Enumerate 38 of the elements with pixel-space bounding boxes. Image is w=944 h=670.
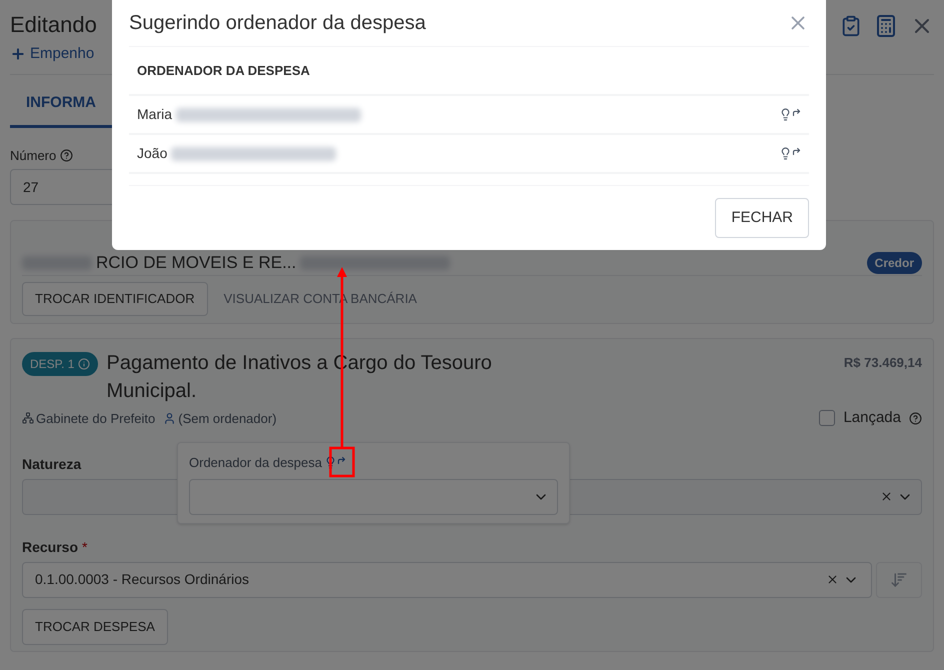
user-icon[interactable] <box>163 412 176 425</box>
bulb-arrow-icon[interactable] <box>779 108 801 121</box>
lancada-checkbox[interactable] <box>819 410 836 426</box>
ordenador-link[interactable]: (Sem ordenador) <box>178 408 277 428</box>
column-header: ORDENADOR DA DESPESA <box>137 62 310 80</box>
clear-icon[interactable] <box>880 490 893 503</box>
info-icon[interactable] <box>78 358 90 370</box>
creditor-name: RCIO DE MOVEIS E RE... <box>96 252 296 274</box>
field-label: Número <box>10 146 56 164</box>
expense-amount: R$ 73.469,14 <box>844 354 922 372</box>
org-chart-icon <box>22 412 34 424</box>
help-icon[interactable] <box>909 412 922 425</box>
ordenador-name: João <box>137 144 168 163</box>
required-mark: * <box>82 538 88 556</box>
close-button[interactable]: FECHAR <box>715 198 809 238</box>
page-title: Editando <box>10 11 97 39</box>
ordenador-name: Maria <box>137 105 172 124</box>
plus-icon <box>10 46 26 62</box>
help-icon[interactable] <box>60 148 74 162</box>
clipboard-check-icon[interactable] <box>840 15 862 37</box>
add-empenho-link[interactable]: Empenho <box>10 43 97 66</box>
expense-badge: DESP. 1 <box>22 352 98 376</box>
clear-icon[interactable] <box>826 573 839 586</box>
creditor-badge: Credor <box>866 252 922 274</box>
field-label: Ordenador da despesa <box>189 454 322 472</box>
modal-title: Sugerindo ordenador da despesa <box>129 11 426 36</box>
recurso-select[interactable]: 0.1.00.0003 - Recursos Ordinários <box>22 562 872 598</box>
field-label: Natureza <box>22 454 82 474</box>
change-expense-button[interactable]: TROCAR DESPESA <box>22 608 168 644</box>
bulb-arrow-icon[interactable] <box>324 456 346 470</box>
calculator-icon[interactable] <box>874 14 898 38</box>
bulb-arrow-icon[interactable] <box>779 147 801 160</box>
field-label: Recurso <box>22 538 78 556</box>
sort-icon <box>890 570 908 588</box>
unit-label: Gabinete do Prefeito <box>36 410 156 428</box>
sort-button[interactable] <box>876 562 922 598</box>
change-identifier-button[interactable]: TROCAR IDENTIFICADOR <box>22 282 208 316</box>
lancada-label: Lançada <box>843 408 901 428</box>
